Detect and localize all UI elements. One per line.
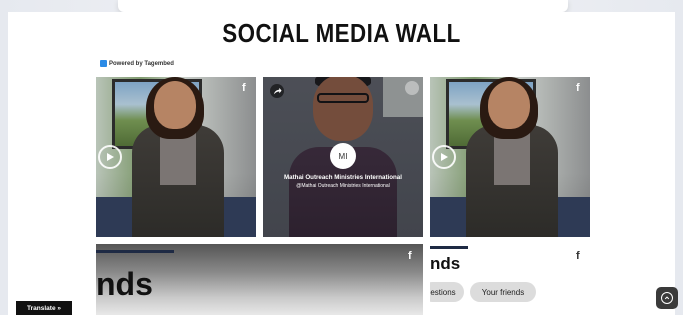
post-card[interactable]: f [96, 77, 256, 237]
post-card[interactable]: MI Mathai Outreach Ministries Internatio… [263, 77, 423, 237]
info-icon[interactable] [405, 81, 419, 95]
avatar[interactable]: MI [330, 143, 356, 169]
tagembed-logo-icon [100, 60, 107, 67]
play-icon [107, 153, 114, 161]
post-handle: @Mathai Outreach Ministries Internationa… [296, 183, 390, 189]
scroll-to-top-button[interactable] [656, 287, 678, 309]
person-head [154, 81, 196, 129]
facebook-icon[interactable]: f [576, 250, 580, 262]
powered-by-badge[interactable]: Powered by Tagembed [100, 60, 174, 67]
post-card[interactable]: f [430, 77, 590, 237]
post-text: nds [96, 266, 153, 302]
post-text: nds [430, 254, 461, 273]
post-author[interactable]: Mathai Outreach Ministries International [263, 174, 423, 181]
play-button[interactable] [432, 145, 456, 169]
chevron-up-icon [661, 292, 673, 304]
page-title: SOCIAL MEDIA WALL [222, 18, 461, 48]
play-icon [441, 153, 448, 161]
facebook-icon[interactable]: f [576, 82, 580, 94]
post-card[interactable]: nds f [96, 244, 423, 315]
powered-by-label: Powered by Tagembed [109, 60, 174, 67]
translate-button[interactable]: Translate » [16, 301, 72, 315]
accent-bar [96, 250, 174, 253]
facebook-icon[interactable]: f [408, 250, 412, 262]
facebook-icon[interactable]: f [242, 82, 246, 94]
share-icon [273, 87, 282, 94]
pill-tag[interactable]: Your friends [470, 282, 536, 302]
accent-bar [430, 246, 468, 249]
share-button[interactable] [270, 84, 284, 98]
person-head [488, 81, 530, 129]
pill-tag[interactable]: estions [430, 282, 464, 302]
header-card [118, 0, 568, 12]
post-card[interactable]: nds f estions Your friends [430, 244, 590, 315]
play-button[interactable] [98, 145, 122, 169]
